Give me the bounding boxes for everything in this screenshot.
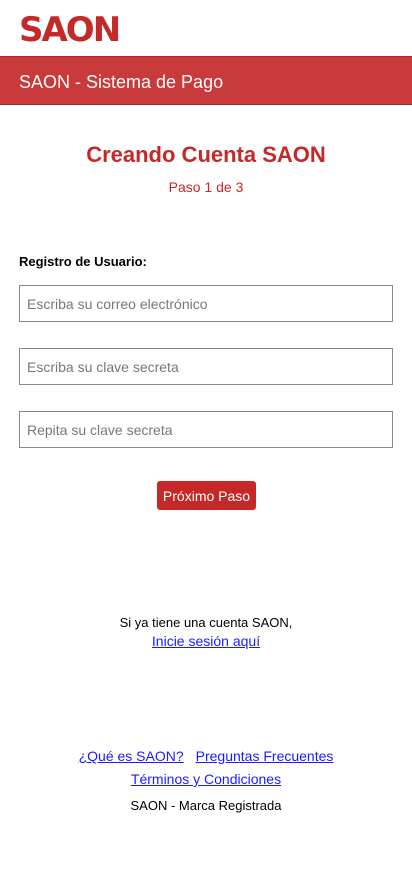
logo-bar: SAON bbox=[0, 0, 412, 56]
password-field[interactable] bbox=[19, 348, 393, 385]
page-title: Creando Cuenta SAON bbox=[86, 142, 326, 167]
what-is-saon-link[interactable]: ¿Qué es SAON? bbox=[79, 748, 184, 764]
footer-links-secondary: Términos y Condiciones bbox=[0, 770, 412, 788]
registration-label: Registro de Usuario: bbox=[19, 254, 147, 269]
footer-links: ¿Qué es SAON? Preguntas Frecuentes bbox=[0, 747, 412, 765]
terms-link[interactable]: Términos y Condiciones bbox=[131, 771, 281, 787]
app-header: SAON - Sistema de Pago bbox=[0, 56, 412, 105]
login-link[interactable]: Inicie sesión aquí bbox=[152, 633, 260, 649]
step-indicator: Paso 1 de 3 bbox=[168, 179, 244, 195]
header-title: SAON - Sistema de Pago bbox=[19, 72, 224, 92]
repeat-password-field[interactable] bbox=[19, 411, 393, 448]
trademark-text: SAON - Marca Registrada bbox=[130, 798, 282, 813]
email-field[interactable] bbox=[19, 285, 393, 322]
page: SAON SAON - Sistema de Pago Creando Cuen… bbox=[0, 0, 412, 870]
login-link-row: Inicie sesión aquí bbox=[0, 632, 412, 650]
faq-link[interactable]: Preguntas Frecuentes bbox=[196, 748, 334, 764]
existing-account-text: Si ya tiene una cuenta SAON, bbox=[119, 615, 293, 630]
saon-logo[interactable]: SAON bbox=[19, 12, 121, 48]
next-step-button[interactable]: Próximo Paso bbox=[157, 481, 256, 510]
